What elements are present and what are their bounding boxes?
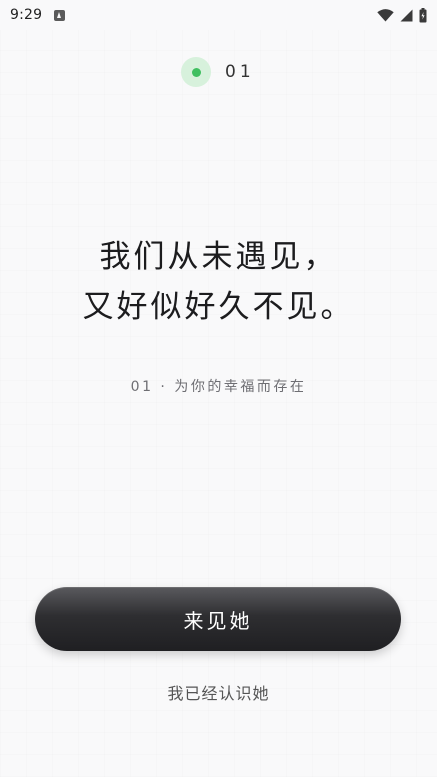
headline-line-1: 我们从未遇见， (99, 239, 338, 275)
page-number: 01 (225, 62, 255, 82)
status-time: 9:29 (10, 7, 43, 23)
page-indicator: 01 (181, 57, 255, 87)
already-know-her-link[interactable]: 我已经认识她 (0, 680, 437, 704)
headline-line-2: 又好似好久不见。 (82, 289, 355, 325)
indicator-dot-icon (181, 57, 211, 87)
indicator-dot-center (191, 67, 201, 77)
subtitle: 01 · 为你的幸福而存在 (130, 379, 307, 395)
cellular-signal-icon (400, 9, 413, 21)
headline: 我们从未遇见， 又好似好久不见。 (0, 232, 437, 332)
meet-her-button[interactable]: 来见她 (35, 587, 401, 651)
background (0, 30, 437, 777)
status-right (377, 7, 427, 23)
app-notification-icon (54, 9, 66, 21)
status-bar: 9:29 (0, 0, 437, 30)
meet-her-button-label: 来见她 (183, 608, 253, 633)
status-left: 9:29 (10, 7, 66, 23)
wifi-icon (377, 8, 394, 21)
battery-icon (419, 7, 427, 22)
